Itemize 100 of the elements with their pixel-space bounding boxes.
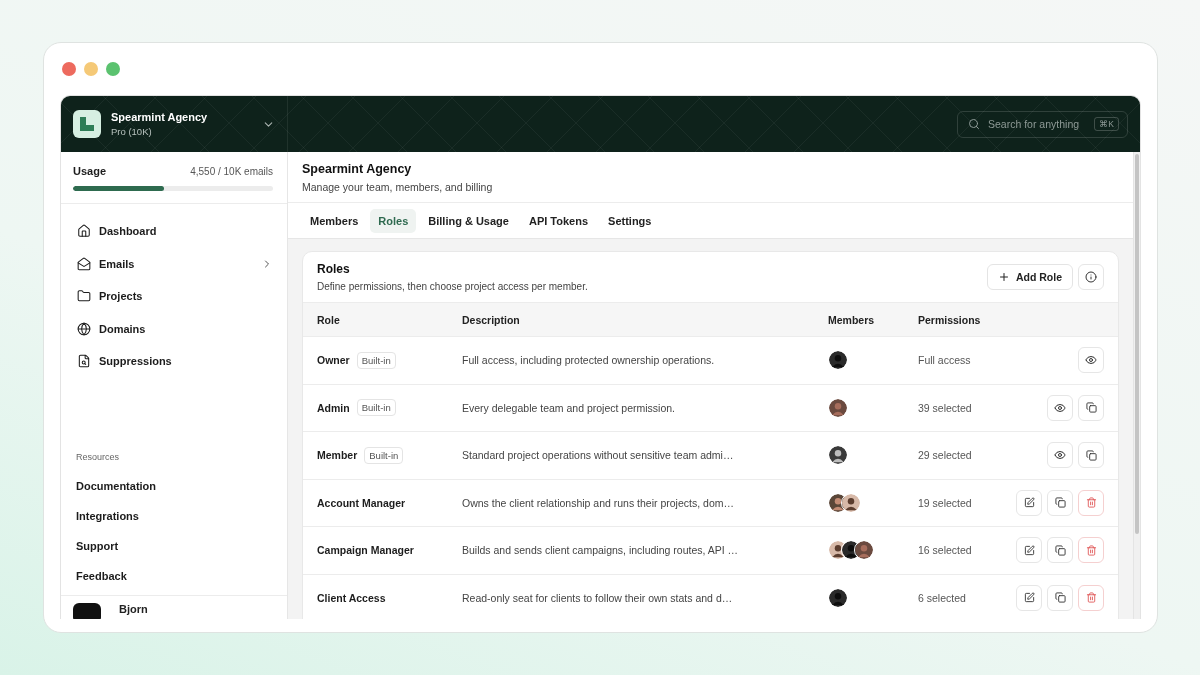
built-in-badge: Built-in xyxy=(364,446,404,464)
nav-icon xyxy=(77,224,91,239)
card-subtitle: Define permissions, then choose project access per member. xyxy=(317,281,589,292)
copy-icon xyxy=(1054,497,1066,509)
nav-icon xyxy=(77,289,91,304)
nav-item[interactable]: Dashboard xyxy=(69,215,279,248)
resource-link[interactable]: Documentation xyxy=(76,471,279,501)
close-dot[interactable] xyxy=(62,62,76,76)
role-name: Client Access xyxy=(317,591,386,604)
role-description: Standard project operations without sensitive team admi… xyxy=(462,449,735,462)
pen-icon xyxy=(1023,497,1035,509)
tab[interactable]: Billing & Usage xyxy=(420,208,517,233)
avatar xyxy=(828,445,848,466)
resource-link[interactable]: Feedback xyxy=(76,561,279,591)
copy-icon xyxy=(1085,449,1097,461)
section-title: Resources xyxy=(76,452,121,462)
org-name: Spearmint Agency xyxy=(111,111,209,123)
role-description: Every delegable team and project permission. xyxy=(462,401,677,414)
info-icon xyxy=(1085,271,1097,283)
tab[interactable]: Roles xyxy=(370,208,417,233)
column-header: Members xyxy=(828,313,876,326)
add-role-button[interactable]: Add Role xyxy=(986,264,1073,290)
trash-icon xyxy=(1085,592,1097,604)
nav-icon xyxy=(77,354,91,369)
edit-button[interactable] xyxy=(1016,489,1042,516)
role-description: Builds and sends client campaigns, including routes, API … xyxy=(462,544,740,557)
pen-icon xyxy=(1023,592,1035,604)
duplicate-button[interactable] xyxy=(1078,394,1104,421)
usage-label: Usage xyxy=(73,165,107,177)
permissions-count: 19 selected xyxy=(918,496,973,509)
trash-icon xyxy=(1085,544,1097,556)
permissions-count: 39 selected xyxy=(918,401,973,414)
duplicate-button[interactable] xyxy=(1047,489,1073,516)
user-name: Bjorn xyxy=(119,603,148,615)
trash-icon xyxy=(1085,497,1097,509)
built-in-badge: Built-in xyxy=(356,399,396,417)
role-name: Member xyxy=(317,449,358,462)
page-title: Spearmint Agency xyxy=(302,162,413,176)
permissions-count: 16 selected xyxy=(918,544,973,557)
copy-icon xyxy=(1054,592,1066,604)
eye-icon xyxy=(1054,449,1066,462)
duplicate-button[interactable] xyxy=(1078,442,1104,469)
nav-item[interactable]: Projects xyxy=(69,280,279,313)
tab[interactable]: API Tokens xyxy=(520,208,597,233)
role-description: Read-only seat for clients to follow their own stats and d… xyxy=(462,591,734,604)
view-button[interactable] xyxy=(1047,394,1073,421)
info-button[interactable] xyxy=(1078,264,1104,290)
view-button[interactable] xyxy=(1078,347,1104,374)
page-subtitle: Manage your team, members, and billing xyxy=(302,181,494,193)
role-description: Full access, including protected ownership operations. xyxy=(462,354,716,367)
role-name: Campaign Manager xyxy=(317,544,414,557)
eye-icon xyxy=(1054,401,1066,414)
role-name: Account Manager xyxy=(317,496,406,509)
search-field[interactable]: Search for anything ⌘K xyxy=(957,110,1128,138)
avatar xyxy=(841,492,861,513)
nav-icon xyxy=(77,256,91,271)
minimize-dot[interactable] xyxy=(84,62,98,76)
column-header: Role xyxy=(317,313,341,326)
avatar xyxy=(854,540,874,561)
tab[interactable]: Members xyxy=(302,208,367,233)
avatar xyxy=(828,587,848,608)
nav-item[interactable]: Emails xyxy=(69,247,279,280)
duplicate-button[interactable] xyxy=(1047,584,1073,611)
view-button[interactable] xyxy=(1047,442,1073,469)
nav-icon xyxy=(77,321,91,336)
permissions-count: Full access xyxy=(918,354,972,367)
role-description: Owns the client relationship and runs their projects, dom… xyxy=(462,496,735,509)
search-icon xyxy=(968,118,980,130)
copy-icon xyxy=(1054,544,1066,556)
built-in-badge: Built-in xyxy=(356,351,396,369)
usage-reading: 4,550 / 10K emails xyxy=(190,165,273,177)
search-input[interactable]: Search for anything xyxy=(986,117,1089,131)
logo-icon xyxy=(73,110,101,138)
copy-icon xyxy=(1085,402,1097,414)
card-title: Roles xyxy=(317,262,351,276)
tab[interactable]: Settings xyxy=(600,208,660,233)
pen-icon xyxy=(1023,544,1035,556)
avatar xyxy=(828,397,848,418)
nav-item[interactable]: Domains xyxy=(69,312,279,345)
delete-button[interactable] xyxy=(1078,584,1104,611)
plus-icon xyxy=(997,271,1010,283)
column-header: Permissions xyxy=(918,313,982,326)
maximize-dot[interactable] xyxy=(106,62,120,76)
avatar xyxy=(828,350,848,371)
nav-item[interactable]: Suppressions xyxy=(69,345,279,378)
edit-button[interactable] xyxy=(1016,584,1042,611)
role-name: Admin xyxy=(317,401,350,414)
column-header: Description xyxy=(462,313,521,326)
eye-icon xyxy=(1085,354,1097,367)
scrollbar[interactable] xyxy=(1133,152,1140,619)
delete-button[interactable] xyxy=(1078,489,1104,516)
resource-link[interactable]: Support xyxy=(76,531,279,561)
resource-link[interactable]: Integrations xyxy=(76,501,279,531)
edit-button[interactable] xyxy=(1016,537,1042,564)
delete-button[interactable] xyxy=(1078,537,1104,564)
org-plan: Pro (10K) xyxy=(111,126,153,137)
role-name: Owner xyxy=(317,354,350,367)
permissions-count: 6 selected xyxy=(918,591,967,604)
permissions-count: 29 selected xyxy=(918,449,973,462)
duplicate-button[interactable] xyxy=(1047,537,1073,564)
